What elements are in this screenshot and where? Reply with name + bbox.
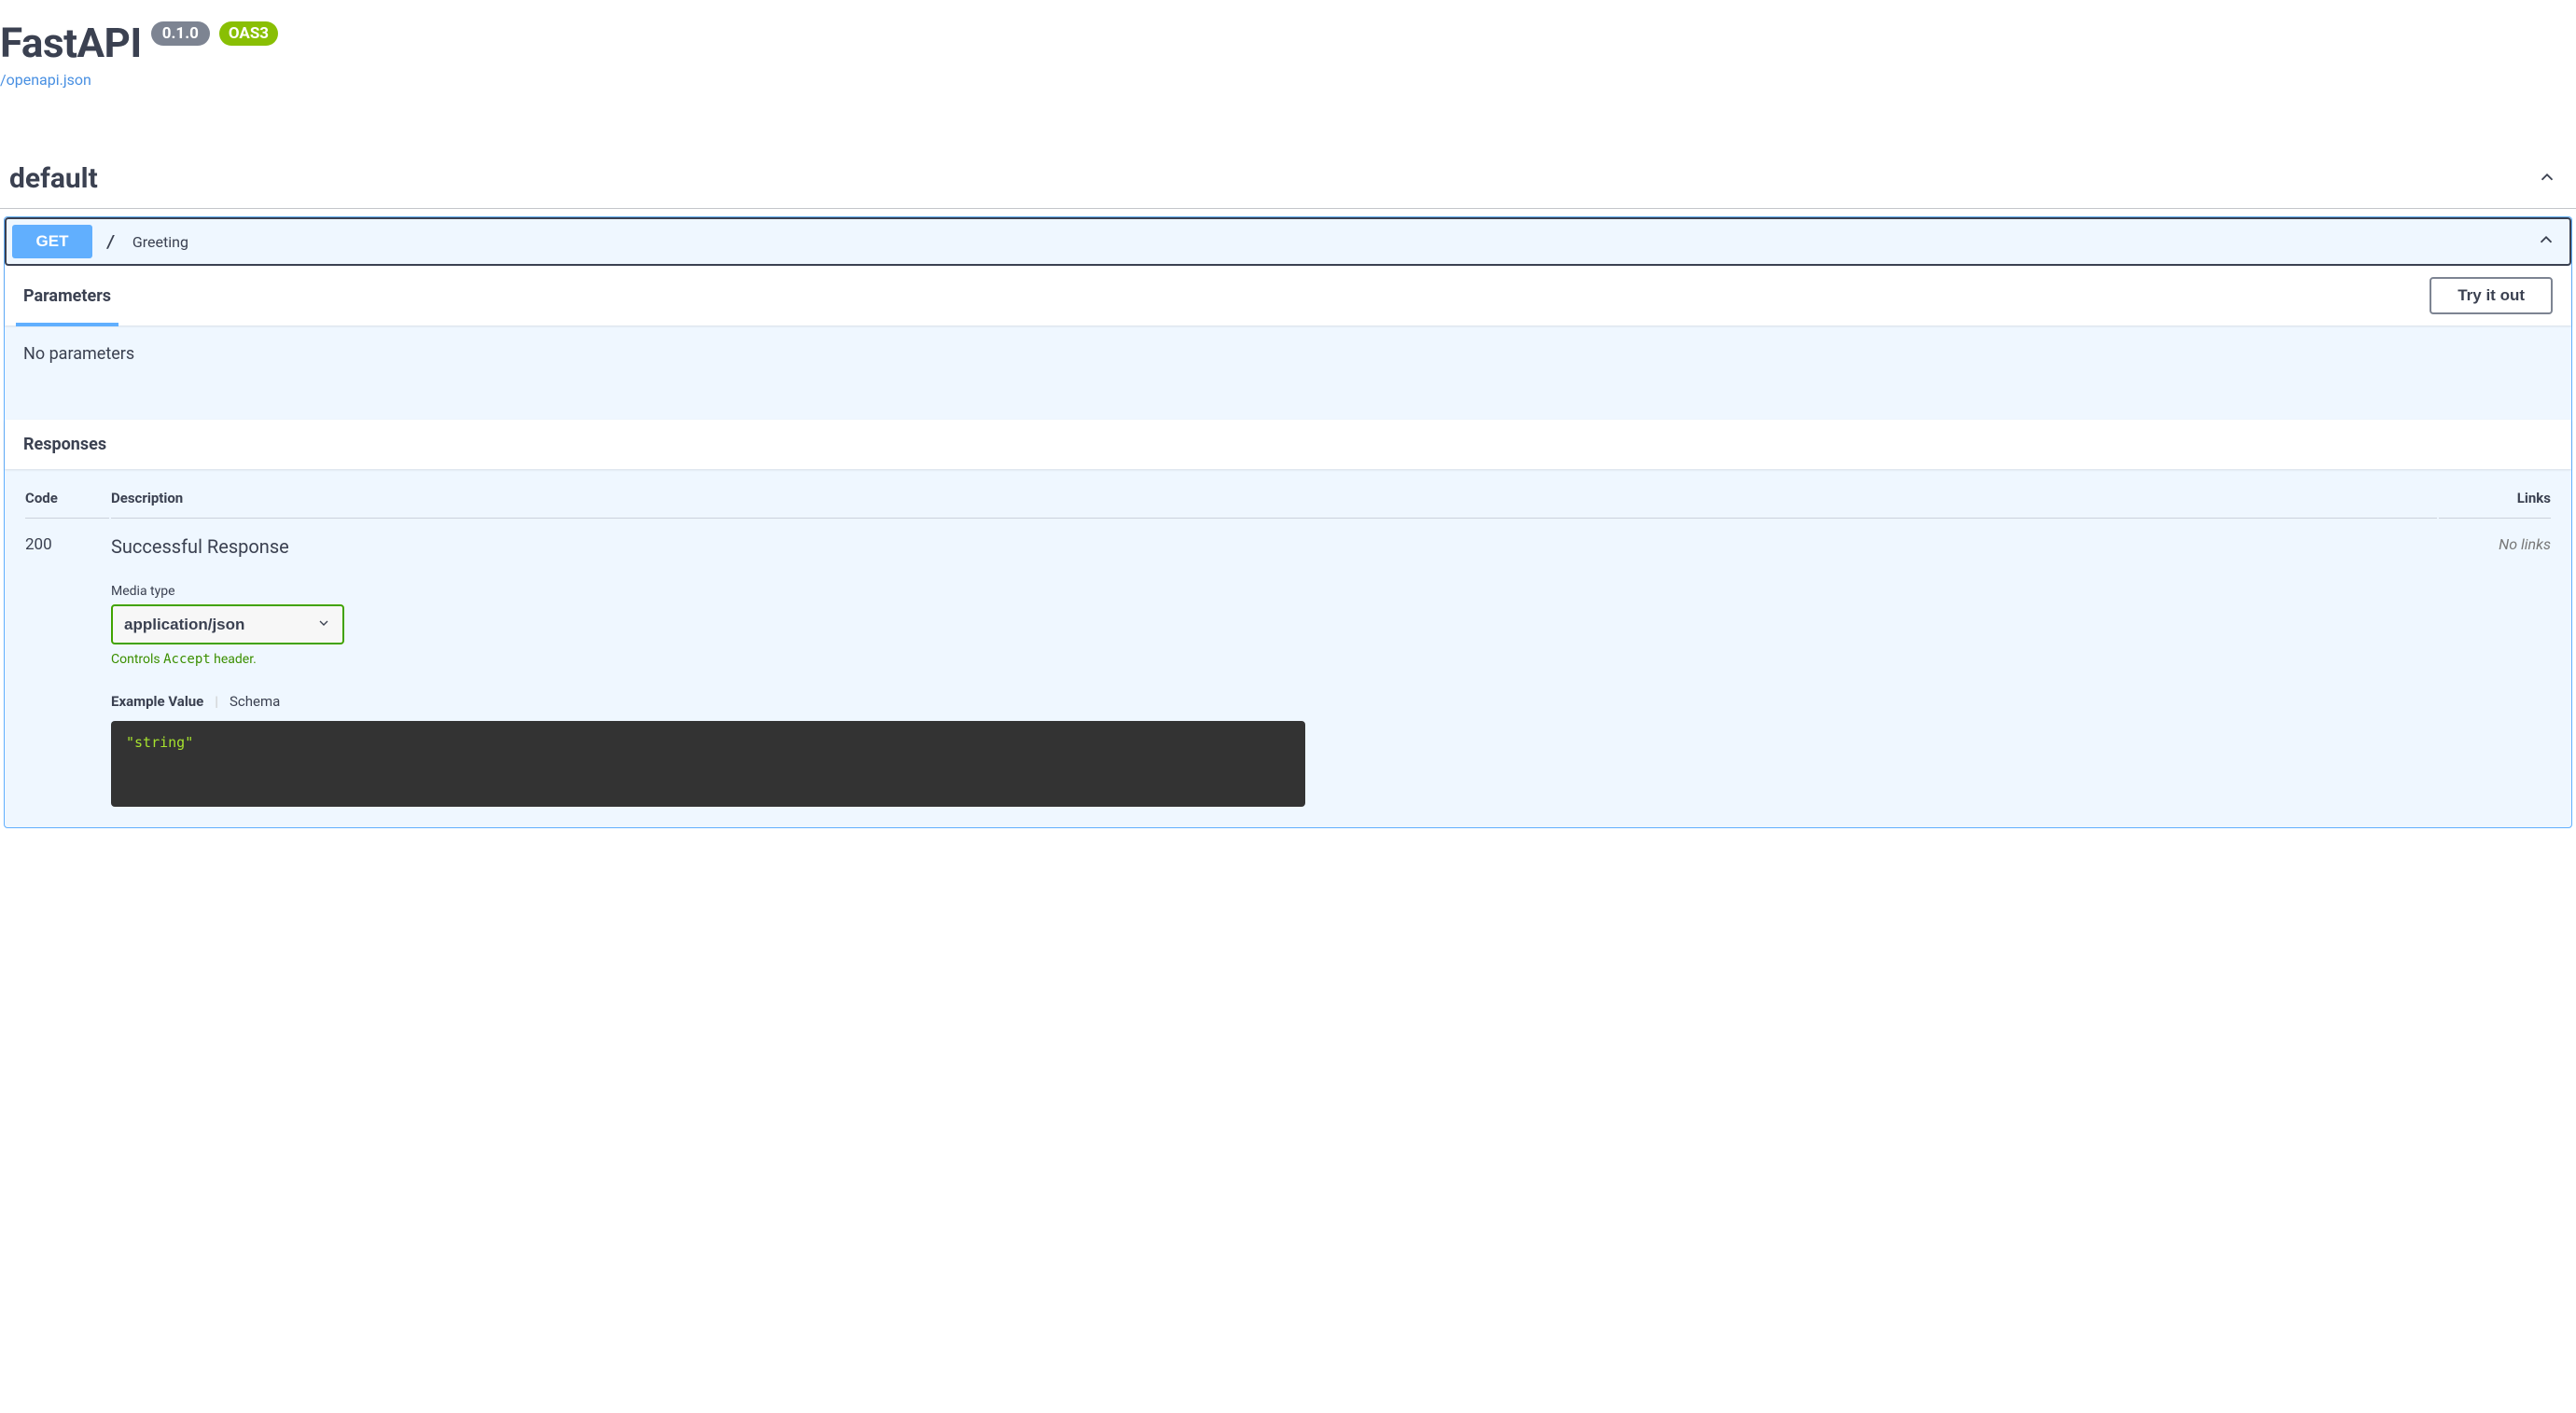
table-row: 200 Successful Response Media type appli… [25, 520, 2551, 807]
api-title: FastAPI [0, 19, 142, 67]
media-type-select[interactable]: application/json [111, 604, 344, 644]
operation-summary-row[interactable]: GET / Greeting [5, 217, 2571, 266]
chevron-up-icon [2537, 167, 2557, 191]
oas-badge: OAS3 [219, 21, 278, 46]
try-it-out-button[interactable]: Try it out [2430, 277, 2553, 314]
response-description: Successful Response [111, 535, 2437, 558]
col-header-description: Description [111, 490, 2437, 519]
no-links-text: No links [2499, 535, 2551, 553]
example-response-body: "string" [111, 721, 1305, 807]
operation-block-get-greeting: GET / Greeting Parameters Try it out No … [4, 216, 2572, 828]
responses-heading: Responses [23, 435, 2553, 454]
operation-path: / [105, 232, 116, 252]
no-parameters-text: No parameters [5, 326, 2571, 420]
tag-header-default[interactable]: default [0, 149, 2576, 209]
media-type-label: Media type [111, 584, 2437, 599]
method-badge-get: GET [12, 225, 92, 258]
col-header-code: Code [25, 490, 109, 519]
openapi-json-link[interactable]: /openapi.json [0, 71, 91, 89]
response-code: 200 [25, 520, 109, 807]
parameters-tab[interactable]: Parameters [23, 279, 111, 313]
tag-name: default [9, 162, 98, 195]
chevron-up-icon [2536, 229, 2556, 254]
schema-tab[interactable]: Schema [230, 693, 280, 710]
example-value-tab[interactable]: Example Value [111, 693, 203, 710]
tab-separator: | [215, 693, 218, 710]
col-header-links: Links [2439, 490, 2551, 519]
responses-table: Code Description Links 200 Successful Re… [23, 488, 2553, 809]
operation-summary-text: Greeting [132, 233, 188, 251]
version-badge: 0.1.0 [151, 21, 210, 46]
accept-header-note: Controls Accept header. [111, 652, 2437, 667]
